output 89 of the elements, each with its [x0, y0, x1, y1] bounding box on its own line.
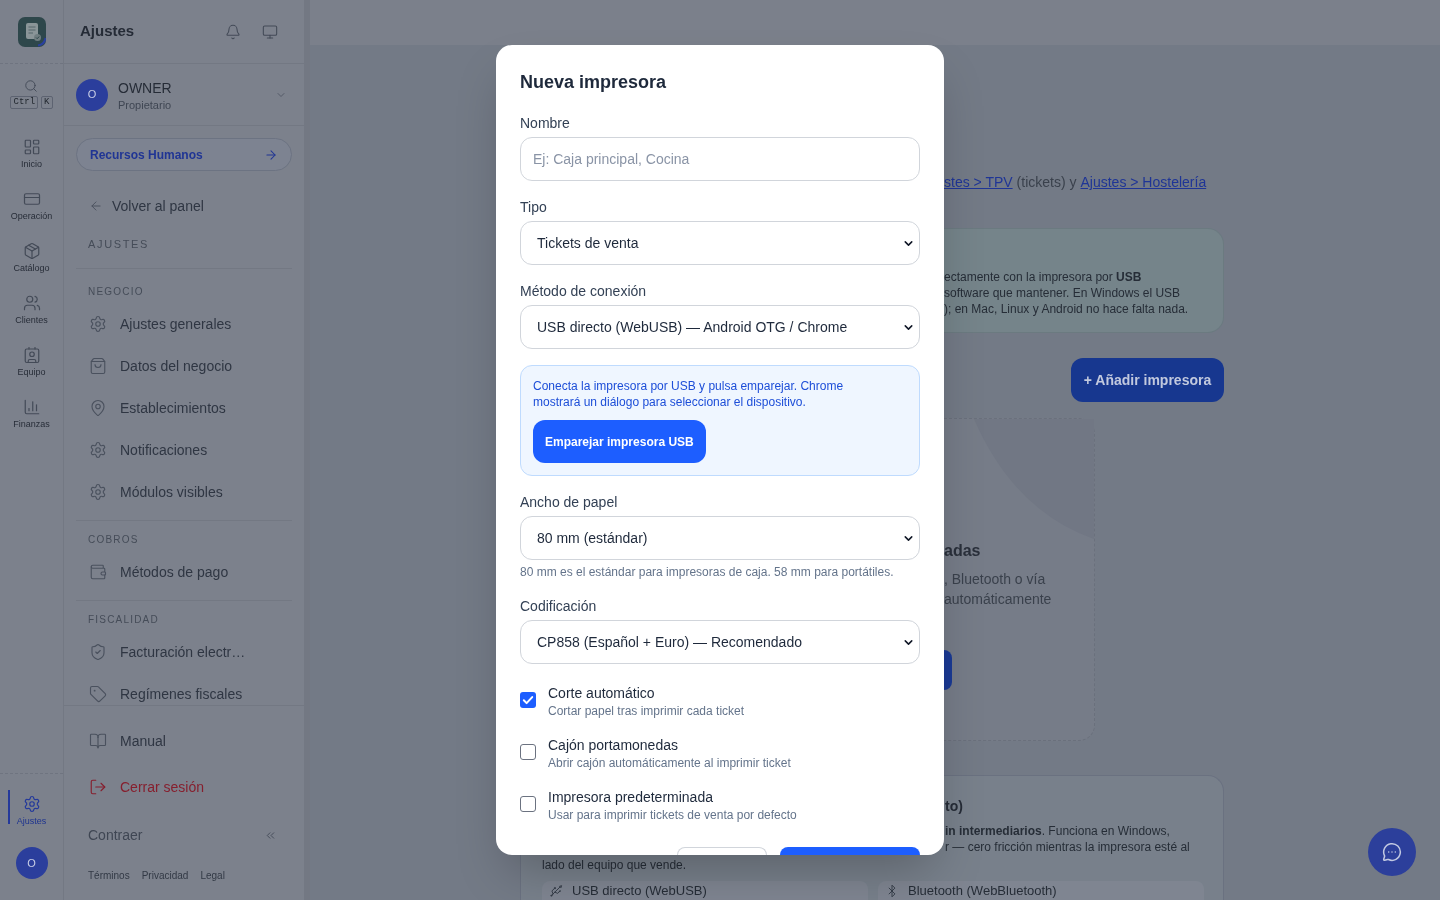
- shopping-bag-icon: [89, 357, 107, 375]
- user-avatar[interactable]: O: [15, 847, 48, 879]
- chat-icon: [1382, 842, 1402, 862]
- partial-button[interactable]: [944, 650, 952, 690]
- user-name: OWNER: [118, 78, 172, 98]
- footer-link[interactable]: Términos: [88, 869, 130, 883]
- option-title: Impresora predeterminada: [548, 788, 714, 807]
- book-icon: [89, 732, 107, 750]
- field-label: Codificación: [520, 597, 598, 616]
- bar-chart-icon: [22, 397, 41, 416]
- settings-link[interactable]: stes > TPV: [944, 174, 1013, 190]
- user-role: Propietario: [118, 97, 172, 112]
- settings-link[interactable]: Ajustes > Hostelería: [1080, 174, 1207, 190]
- back-link[interactable]: Volver al panel: [89, 195, 204, 217]
- card-text: lado del equipo que vende.: [542, 857, 687, 873]
- package-icon: [22, 241, 41, 260]
- card-title: to): [945, 798, 964, 814]
- rail-nav-item[interactable]: Operación: [0, 179, 63, 231]
- shield-check-icon: [89, 643, 107, 661]
- settings-icon: [89, 315, 107, 333]
- contact-card-icon: [22, 345, 41, 364]
- users-icon: [22, 293, 41, 312]
- sidebar-nav-item[interactable]: Módulos visibles: [76, 481, 292, 503]
- logout-link[interactable]: Cerrar sesión: [76, 776, 205, 798]
- info-text: Conecta la impresora por USB y pulsa emparejar. Chrome mostrará un diálogo para seleccionar el dispositivo.: [533, 378, 845, 410]
- method-label: Bluetooth (WebBluetooth): [908, 883, 1057, 899]
- settings-icon: [22, 794, 41, 813]
- settings-icon: [89, 483, 107, 501]
- keyboard-key: K: [41, 96, 53, 109]
- wallet-icon: [89, 563, 107, 581]
- empty-state-title: adas: [944, 541, 982, 561]
- keyboard-key: Ctrl: [10, 96, 39, 109]
- rail-nav-item[interactable]: Clientes: [0, 283, 63, 335]
- rail-nav-item[interactable]: Equipo: [0, 335, 63, 387]
- app-logo: [17, 16, 46, 47]
- empty-state-text: , Bluetooth o vía automáticamente: [944, 570, 1053, 609]
- select-field[interactable]: Tickets de venta: [520, 221, 920, 265]
- bell-icon[interactable]: [225, 23, 241, 40]
- dashboard-icon: [22, 137, 41, 156]
- option-description: Abrir cajón automáticamente al imprimir ticket: [548, 755, 791, 771]
- tag-icon: [89, 685, 107, 703]
- field-label: Tipo: [520, 198, 548, 217]
- option-description: Usar para imprimir tickets de venta por defecto: [548, 807, 797, 823]
- search-icon[interactable]: [24, 79, 39, 93]
- settings-icon: [89, 441, 107, 459]
- select-field[interactable]: 80 mm (estándar): [520, 516, 920, 560]
- card-text: ectamente con la impresora por USB software que mantener. En Windows el USB ); en Mac, Linux y Android no hace falta nada.: [944, 269, 1190, 317]
- card-text: in intermediarios. Funciona en Windows, r — cero fricción mientras la impresora esté al: [945, 823, 1191, 855]
- field-label: Ancho de papel: [520, 493, 619, 512]
- rail-nav-item[interactable]: Finanzas: [0, 387, 63, 439]
- sidebar-nav-item[interactable]: Manual: [76, 730, 166, 752]
- field-hint: 80 mm es el estándar para impresoras de caja. 58 mm para portátiles.: [520, 564, 895, 580]
- option-title: Corte automático: [548, 684, 656, 703]
- monitor-icon[interactable]: [262, 23, 278, 40]
- method-label: USB directo (WebUSB): [572, 883, 707, 899]
- checkbox[interactable]: [520, 692, 536, 708]
- rail-nav-item[interactable]: Catálogo: [0, 231, 63, 283]
- dialog-title: Nueva impresora: [520, 71, 668, 94]
- checkbox[interactable]: [520, 796, 536, 812]
- field-label: Método de conexión: [520, 282, 648, 301]
- footer-link[interactable]: Legal: [200, 869, 225, 883]
- map-pin-icon: [89, 399, 107, 417]
- usb-icon: [549, 884, 563, 898]
- select-field[interactable]: USB directo (WebUSB) — Android OTG / Chrome: [520, 305, 920, 349]
- collapse-button[interactable]: Contraer: [76, 824, 292, 846]
- sidebar-nav-item[interactable]: Notificaciones: [76, 439, 292, 461]
- checkbox[interactable]: [520, 744, 536, 760]
- sidebar-title: Ajustes: [80, 21, 135, 42]
- sidebar-nav-item[interactable]: Métodos de pago: [76, 561, 292, 583]
- select-field[interactable]: CP858 (Español + Euro) — Recomendado: [520, 620, 920, 664]
- link-text: (tickets) y: [1016, 174, 1077, 190]
- sidebar-nav-item[interactable]: Establecimientos: [76, 397, 292, 419]
- field-label: Nombre: [520, 114, 571, 133]
- sidebar-nav-item[interactable]: Regímenes fiscales: [76, 683, 292, 705]
- rail-nav-item[interactable]: Inicio: [0, 127, 63, 179]
- partial-button[interactable]: [780, 847, 920, 855]
- name-input[interactable]: Ej: Caja principal, Cocina: [520, 137, 920, 181]
- sidebar-nav-item[interactable]: Datos del negocio: [76, 355, 292, 377]
- link-button[interactable]: Recursos Humanos: [76, 138, 292, 171]
- add-printer-button[interactable]: + Añadir impresora: [1071, 358, 1224, 402]
- user-avatar[interactable]: O: [76, 78, 108, 111]
- sidebar-nav-item[interactable]: Facturación electr…: [76, 641, 292, 663]
- option-description: Cortar papel tras imprimir cada ticket: [548, 703, 745, 719]
- logout-icon: [89, 778, 107, 796]
- sidebar-nav-item[interactable]: Ajustes generales: [76, 313, 292, 335]
- footer-link[interactable]: Privacidad: [141, 869, 189, 883]
- rail-nav-item[interactable]: Ajustes: [0, 784, 63, 836]
- option-title: Cajón portamonedas: [548, 736, 679, 755]
- pair-usb-button[interactable]: Emparejar impresora USB: [533, 420, 706, 463]
